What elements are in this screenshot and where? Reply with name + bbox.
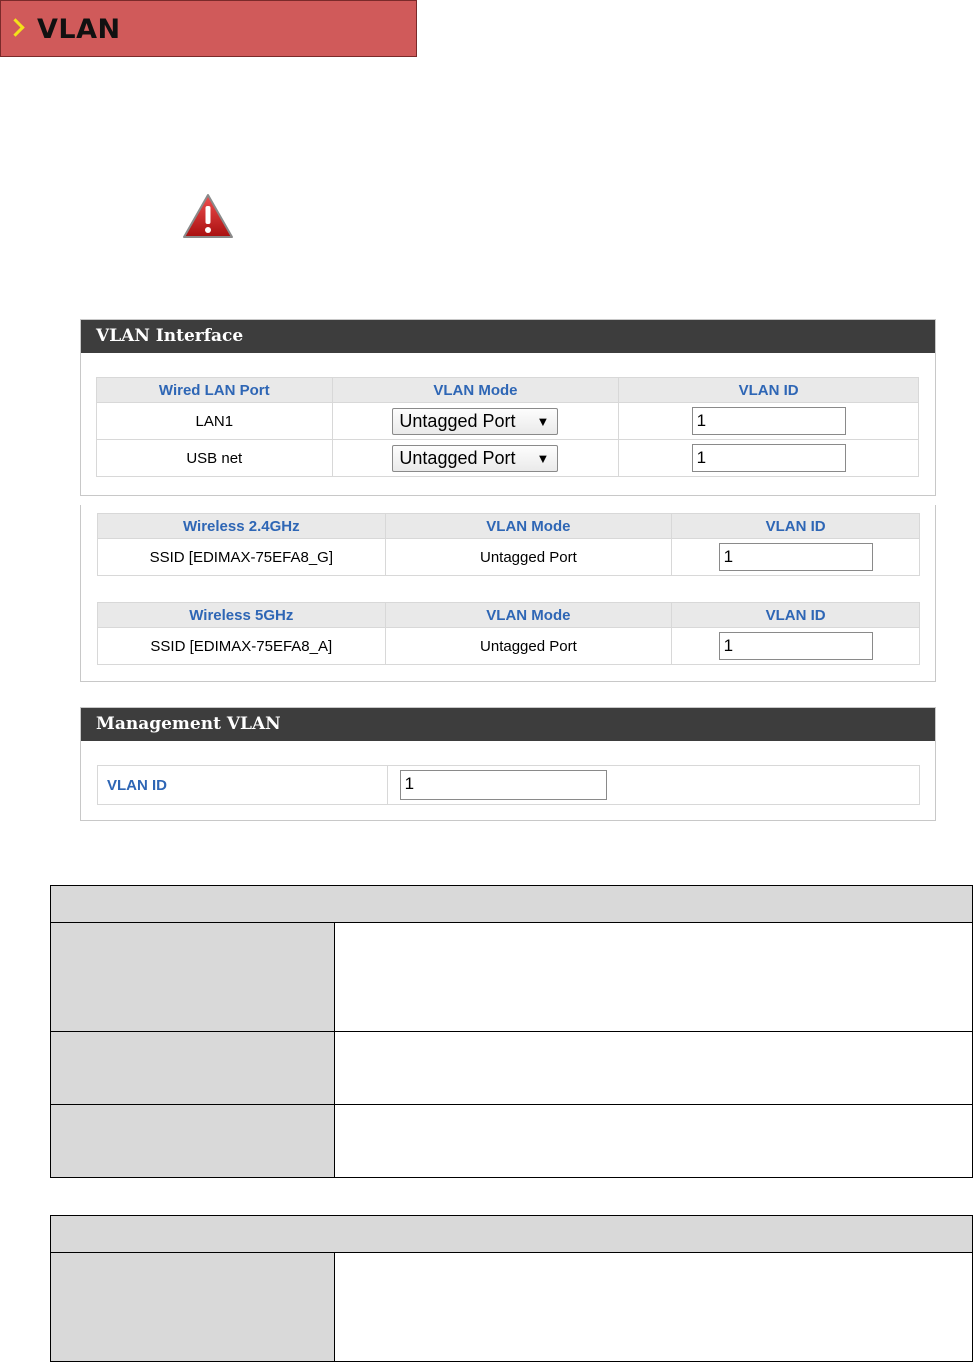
field-name-cell	[50, 1252, 335, 1362]
vlan-id-input[interactable]: 1	[691, 444, 846, 472]
wireless-5ghz-table: Wireless 5GHz VLAN Mode VLAN ID SSID [ED…	[97, 602, 920, 665]
management-vlan-table: VLAN ID 1	[97, 765, 921, 805]
column-header: Wireless 2.4GHz	[97, 513, 386, 539]
column-header: VLAN ID	[671, 513, 920, 539]
column-header: VLAN ID	[618, 377, 919, 403]
vlan-mode-select[interactable]: Untagged Port ▼	[392, 444, 559, 472]
table-row: LAN1 Untagged Port ▼ 1	[96, 402, 919, 440]
field-description-cell	[334, 922, 973, 1032]
column-header: VLAN ID	[671, 602, 920, 628]
vlan-id-input[interactable]: 1	[691, 407, 846, 435]
description-table	[50, 1215, 973, 1362]
column-header: VLAN Mode	[384, 602, 673, 628]
vlan-mode-select[interactable]: Untagged Port ▼	[392, 407, 559, 435]
section-banner: VLAN	[0, 0, 417, 57]
table-row: SSID [EDIMAX-75EFA8_A] Untagged Port 1	[97, 627, 920, 665]
field-description-cell	[334, 1252, 973, 1362]
column-header: VLAN Mode	[331, 377, 620, 403]
warning-icon	[183, 194, 233, 238]
dropdown-arrow-icon: ▼	[536, 413, 550, 429]
port-name: USB net	[96, 439, 333, 477]
panel-title: VLAN Interface	[81, 320, 935, 353]
table-header-row	[50, 885, 973, 923]
wireless-24ghz-table: Wireless 2.4GHz VLAN Mode VLAN ID SSID […	[97, 513, 920, 576]
wired-lan-table: Wired LAN Port VLAN Mode VLAN ID LAN1 Un…	[96, 377, 919, 477]
field-description-cell	[334, 1031, 973, 1105]
panel-title: Management VLAN	[81, 708, 935, 741]
dropdown-arrow-icon: ▼	[536, 450, 550, 466]
vlan-id-input[interactable]: 1	[718, 543, 873, 571]
chevron-right-icon	[6, 18, 25, 37]
port-name: LAN1	[96, 402, 333, 440]
field-name-cell	[50, 922, 335, 1032]
section-title: VLAN	[37, 14, 121, 45]
table-header-row	[50, 1215, 973, 1253]
management-vlan-id-input[interactable]: 1	[399, 770, 607, 800]
column-header: VLAN Mode	[384, 513, 673, 539]
ssid-name: SSID [EDIMAX-75EFA8_G]	[97, 538, 386, 576]
vlan-mode-value: Untagged Port	[384, 538, 673, 576]
vlan-id-label: VLAN ID	[97, 765, 388, 805]
table-row: SSID [EDIMAX-75EFA8_G] Untagged Port 1	[97, 538, 920, 576]
table-row: USB net Untagged Port ▼ 1	[96, 439, 919, 477]
column-header: Wireless 5GHz	[97, 602, 386, 628]
field-name-cell	[50, 1104, 335, 1178]
vlan-mode-value: Untagged Port	[384, 627, 673, 665]
column-header: Wired LAN Port	[96, 377, 333, 403]
field-description-cell	[334, 1104, 973, 1178]
field-name-cell	[50, 1031, 335, 1105]
vlan-id-input[interactable]: 1	[718, 632, 873, 660]
ssid-name: SSID [EDIMAX-75EFA8_A]	[97, 627, 386, 665]
description-table	[50, 885, 973, 1178]
